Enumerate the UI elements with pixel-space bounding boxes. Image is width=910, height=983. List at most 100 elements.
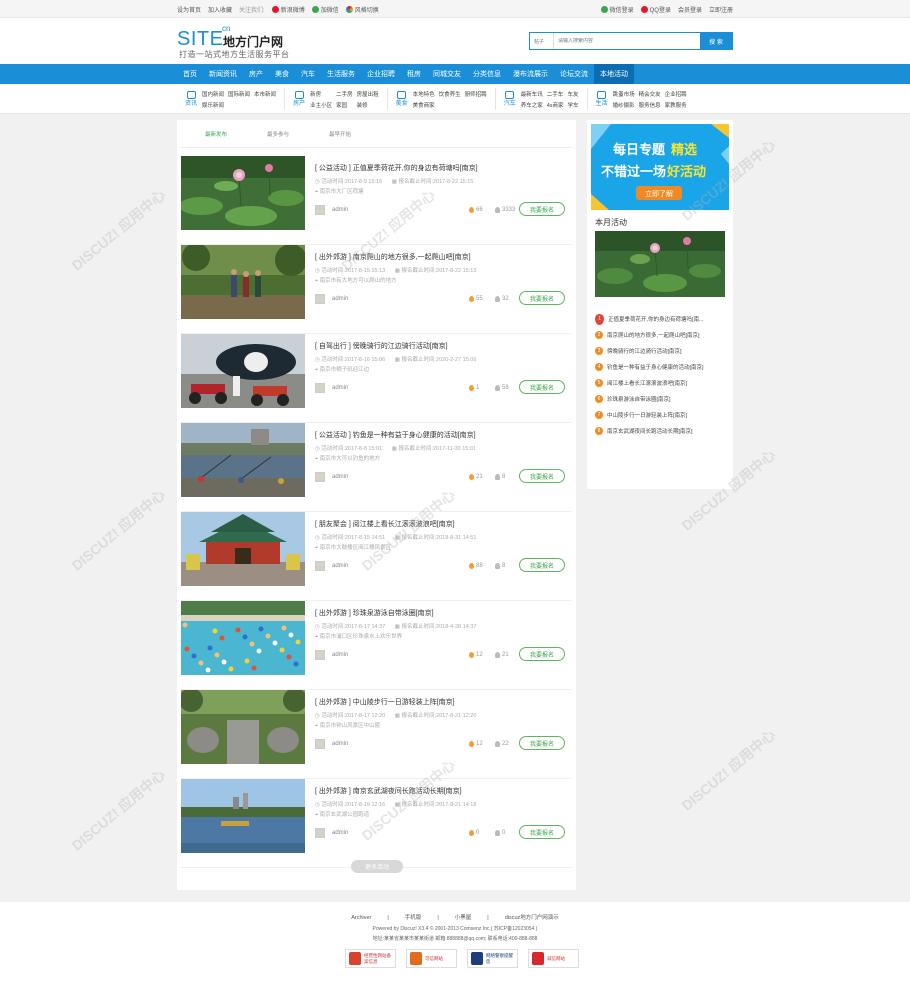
activity-author[interactable]: admin: [332, 830, 348, 836]
weibo-link[interactable]: 新浪微博: [271, 5, 305, 14]
wechat-login-link[interactable]: 微信登录: [600, 5, 634, 14]
activity-title[interactable]: [ 公益活动 ] 正值夏季荷花开,你的身边有荷塘吗[南京]: [315, 163, 478, 173]
signup-button[interactable]: 我要报名: [519, 202, 565, 216]
subnav-link[interactable]: 车友: [568, 90, 579, 98]
nav-item-7[interactable]: 租房: [401, 64, 427, 84]
activity-title[interactable]: [ 出外郊游 ] 中山陵步行一日游轻装上阵[南京]: [315, 697, 455, 707]
add-favorite-link[interactable]: 加入收藏: [208, 5, 232, 14]
activity-title[interactable]: [ 出外郊游 ] 南京爬山的地方很多,一起爬山吧[南京]: [315, 252, 471, 262]
avatar[interactable]: [315, 383, 325, 393]
activity-title[interactable]: [ 出外郊游 ] 南京玄武湖夜间长跑活动长期[南京]: [315, 786, 462, 796]
badge-icp[interactable]: 经营性网站备案信息: [345, 949, 396, 968]
nav-item-8[interactable]: 同城交友: [427, 64, 467, 84]
subnav-link[interactable]: 二手车: [547, 90, 564, 98]
activity-author[interactable]: admin: [332, 207, 348, 213]
monthly-featured-image[interactable]: [595, 231, 725, 297]
nav-item-1[interactable]: 新闻资讯: [203, 64, 243, 84]
set-homepage-link[interactable]: 设为首页: [177, 5, 201, 14]
qq-login-link[interactable]: QQ登录: [640, 5, 671, 14]
subnav-link[interactable]: 养车之家: [521, 101, 543, 109]
nav-item-6[interactable]: 企业招聘: [361, 64, 401, 84]
search-input[interactable]: [554, 38, 700, 44]
subnav-link[interactable]: 服务信息: [639, 101, 661, 109]
subnav-head[interactable]: 汽车: [504, 90, 516, 108]
signup-button[interactable]: 我要报名: [519, 291, 565, 305]
badge-integrity[interactable]: 诚信网站: [528, 949, 579, 968]
ranking-item[interactable]: 8 南京玄武湖夜间长跑活动长期[南京]: [595, 423, 729, 439]
avatar[interactable]: [315, 561, 325, 571]
activity-title[interactable]: [ 自驾出行 ] 傍晚骑行的江边骑行活动[南京]: [315, 341, 448, 351]
activity-author[interactable]: admin: [332, 474, 348, 480]
signup-button[interactable]: 我要报名: [519, 469, 565, 483]
member-login-link[interactable]: 会员登录: [678, 5, 702, 14]
activity-author[interactable]: admin: [332, 652, 348, 658]
ranking-item[interactable]: 2 南京爬山的地方很多,一起爬山吧[南京]: [595, 327, 729, 343]
subnav-head[interactable]: 生活: [596, 90, 608, 108]
subnav-link[interactable]: 学车: [568, 101, 579, 109]
subnav-link[interactable]: 精会交友: [639, 90, 661, 98]
subnav-head[interactable]: 资讯: [185, 90, 197, 108]
nav-item-2[interactable]: 房产: [243, 64, 269, 84]
ranking-item[interactable]: 1 正值夏季荷花开,你的身边有荷塘吗[南...: [595, 311, 729, 327]
promo-banner[interactable]: 每日专题 精选 不错过一场 好活动 立即了解: [591, 124, 729, 210]
avatar[interactable]: [315, 739, 325, 749]
activity-image[interactable]: [181, 334, 305, 408]
subnav-link[interactable]: 新房: [310, 90, 332, 98]
nav-item-11[interactable]: 论坛交流: [554, 64, 594, 84]
signup-button[interactable]: 我要报名: [519, 647, 565, 661]
subnav-link[interactable]: 装修: [357, 101, 379, 109]
footer-link[interactable]: 小黑屋: [455, 915, 472, 921]
subnav-link[interactable]: 家教服务: [665, 101, 687, 109]
subnav-link[interactable]: 饮食养生: [439, 90, 461, 98]
subnav-head[interactable]: 美食: [396, 90, 408, 108]
ranking-item[interactable]: 7 中山陵步行一日游轻装上阵[南京]: [595, 407, 729, 423]
footer-link[interactable]: discuz地方门户网演示: [505, 915, 559, 921]
signup-button[interactable]: 我要报名: [519, 558, 565, 572]
ranking-item[interactable]: 6 珍珠泉游泳自带泳圈[南京]: [595, 391, 729, 407]
activity-author[interactable]: admin: [332, 385, 348, 391]
nav-item-4[interactable]: 汽车: [295, 64, 321, 84]
site-logo[interactable]: SITE cn 地方门户网 打造一站式地方生活服务平台: [177, 21, 317, 61]
subnav-link[interactable]: 二手房: [336, 90, 353, 98]
subnav-link[interactable]: 国际新闻: [228, 90, 250, 98]
activity-title[interactable]: [ 出外郊游 ] 珍珠泉游泳自带泳圈[南京]: [315, 608, 434, 618]
subnav-link[interactable]: 最新车讯: [521, 90, 543, 98]
nav-item-12[interactable]: 本地活动: [594, 64, 634, 84]
ranking-item[interactable]: 4 钓鱼是一种有益于身心健康的活动[南京]: [595, 359, 729, 375]
nav-item-9[interactable]: 分类信息: [467, 64, 507, 84]
tab-earliest[interactable]: 最早开始: [329, 120, 351, 148]
tab-latest[interactable]: 最新发布: [205, 120, 227, 148]
subnav-link[interactable]: 本市新闻: [254, 90, 276, 98]
subnav-link[interactable]: 国内新闻: [202, 90, 224, 98]
subnav-link[interactable]: 厨师招聘: [465, 90, 487, 98]
badge-police[interactable]: 网络警察提醒您: [467, 949, 518, 968]
register-link[interactable]: 立即注册: [709, 5, 733, 14]
activity-image[interactable]: [181, 512, 305, 586]
avatar[interactable]: [315, 205, 325, 215]
subnav-link[interactable]: 美食商家: [413, 101, 435, 109]
activity-author[interactable]: admin: [332, 296, 348, 302]
activity-title[interactable]: [ 朋友聚会 ] 阅江楼上看长江滚滚波浪吧[南京]: [315, 519, 455, 529]
avatar[interactable]: [315, 472, 325, 482]
badge-trusted[interactable]: 可信网站: [406, 949, 457, 968]
avatar[interactable]: [315, 650, 325, 660]
activity-author[interactable]: admin: [332, 741, 348, 747]
subnav-link[interactable]: 婚纱摄影: [613, 101, 635, 109]
signup-button[interactable]: 我要报名: [519, 736, 565, 750]
subnav-link[interactable]: 房屋出租: [357, 90, 379, 98]
subnav-link[interactable]: 4s商家: [547, 101, 564, 109]
avatar[interactable]: [315, 828, 325, 838]
avatar[interactable]: [315, 294, 325, 304]
subnav-link[interactable]: 业主小区: [310, 101, 332, 109]
style-switch-link[interactable]: 风格切换: [345, 5, 379, 14]
footer-link[interactable]: Archiver: [351, 915, 371, 921]
subnav-link[interactable]: 跳蚤市场: [613, 90, 635, 98]
ranking-item[interactable]: 3 傍晚骑行的江边骑行活动[南京]: [595, 343, 729, 359]
activity-title[interactable]: [ 公益活动 ] 钓鱼是一种有益于身心健康的活动[南京]: [315, 430, 476, 440]
nav-item-3[interactable]: 美食: [269, 64, 295, 84]
activity-image[interactable]: [181, 779, 305, 853]
activity-author[interactable]: admin: [332, 563, 348, 569]
wechat-link[interactable]: 加微信: [311, 5, 339, 14]
activity-image[interactable]: [181, 245, 305, 319]
signup-button[interactable]: 我要报名: [519, 380, 565, 394]
